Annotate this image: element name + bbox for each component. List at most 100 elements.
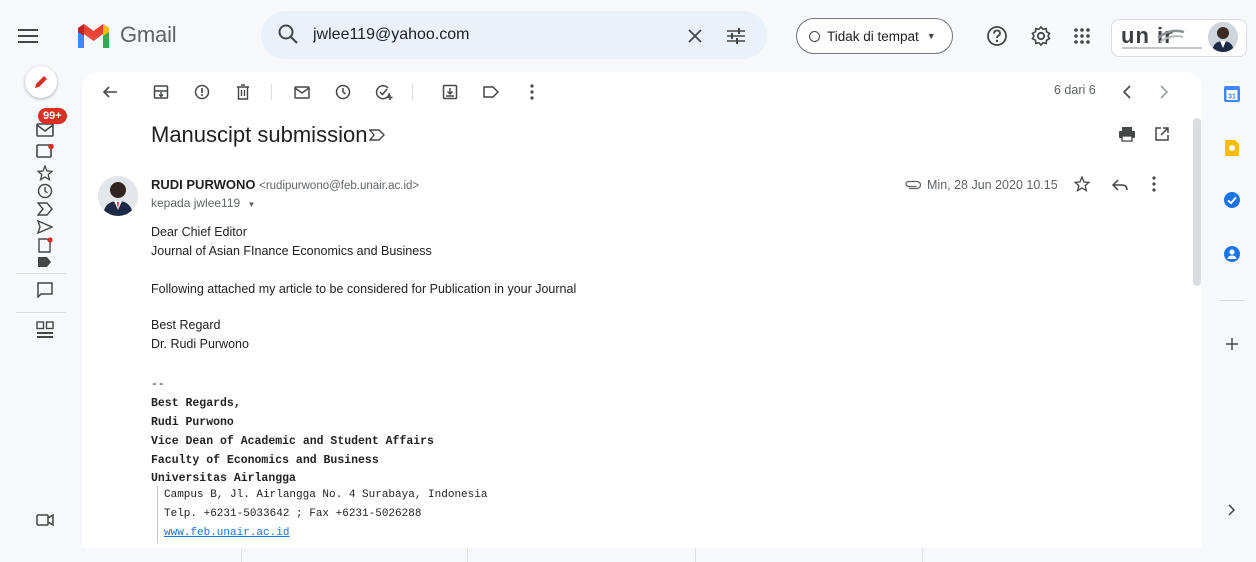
- person-photo-icon: [1208, 22, 1238, 52]
- labels-button[interactable]: [481, 82, 501, 102]
- archive-button[interactable]: [151, 82, 171, 102]
- gear-icon: [1031, 25, 1051, 47]
- message-more-button[interactable]: [1152, 176, 1156, 197]
- logo-swoosh-icon: [1157, 29, 1185, 43]
- app-name: Gmail: [120, 22, 177, 47]
- search-icon[interactable]: [277, 23, 299, 45]
- archive-icon: [153, 85, 169, 99]
- print-all-button[interactable]: [1118, 126, 1136, 147]
- meet-nav-item[interactable]: [35, 510, 55, 530]
- toolbar-divider: [412, 84, 413, 100]
- main-menu-button[interactable]: [10, 18, 46, 54]
- calendar-app-button[interactable]: 31: [1222, 84, 1242, 104]
- close-icon: [688, 29, 702, 43]
- account-avatar[interactable]: [1208, 22, 1238, 52]
- signature-phone: Telp. +6231-5033642 ; Fax +6231-5026288: [164, 508, 422, 520]
- google-apps-button[interactable]: [1070, 24, 1094, 48]
- snoozed-nav-item[interactable]: [35, 181, 55, 201]
- important-marker-icon: [37, 202, 53, 216]
- search-input[interactable]: [313, 23, 673, 47]
- more-vert-icon: [1152, 176, 1156, 192]
- mail-icon: [294, 85, 310, 99]
- reply-icon: [1111, 179, 1128, 191]
- keep-app-button[interactable]: [1222, 138, 1242, 158]
- open-new-window-button[interactable]: [1154, 126, 1170, 147]
- add-to-tasks-button[interactable]: [374, 82, 394, 102]
- older-button[interactable]: [1154, 82, 1174, 102]
- settings-button[interactable]: [1029, 24, 1053, 48]
- get-addons-button[interactable]: [1222, 334, 1242, 354]
- recipient-details-toggle[interactable]: kepada jwlee119 ▼: [151, 196, 255, 210]
- mark-unread-button[interactable]: [292, 82, 312, 102]
- tasks-check-icon: [1224, 192, 1240, 208]
- compose-button[interactable]: [25, 66, 57, 98]
- chat-nav-item[interactable]: [35, 142, 55, 162]
- sender-name[interactable]: RUDI PURWONO: [151, 177, 255, 192]
- scrollbar-thumb[interactable]: [1193, 118, 1201, 286]
- important-marker-icon[interactable]: [369, 129, 385, 141]
- body-line: Best Regard: [151, 318, 221, 332]
- mail-icon: [36, 123, 54, 137]
- keep-bulb-icon: [1225, 140, 1239, 156]
- recipient-label: kepada jwlee119: [151, 196, 241, 210]
- star-button[interactable]: [1073, 175, 1091, 197]
- draft-file-icon: [38, 237, 53, 253]
- status-label: Tidak di tempat: [827, 28, 919, 44]
- search-options-button[interactable]: [724, 24, 748, 48]
- snooze-button[interactable]: [333, 82, 353, 102]
- more-options-button[interactable]: [522, 82, 542, 102]
- sent-nav-item[interactable]: [35, 217, 55, 237]
- email-view-panel: 6 dari 6 Manuscipt submission RUDI PURWO…: [82, 72, 1202, 548]
- body-line: Dear Chief Editor: [151, 225, 247, 239]
- chat-icon: [37, 282, 53, 298]
- status-dropdown[interactable]: Tidak di tempat ▼: [796, 18, 953, 54]
- bottom-divider: [241, 548, 242, 562]
- person-photo-icon: [98, 176, 138, 216]
- pencil-icon: [35, 76, 47, 88]
- open-in-new-icon: [1155, 127, 1169, 141]
- starred-nav-item[interactable]: [35, 163, 55, 183]
- video-camera-icon: [36, 513, 54, 527]
- chat-bubble-icon: [36, 144, 54, 158]
- delete-button[interactable]: [233, 82, 253, 102]
- star-icon: [1073, 175, 1091, 192]
- sender-info: RUDI PURWONO <rudipurwono@feb.unair.ac.i…: [151, 177, 419, 192]
- star-icon: [37, 165, 53, 181]
- clear-search-button[interactable]: [683, 24, 707, 48]
- attachment-icon: [905, 180, 922, 190]
- help-button[interactable]: [985, 24, 1009, 48]
- tasks-app-button[interactable]: [1222, 190, 1242, 210]
- spaces-grid-icon: [36, 321, 54, 338]
- newer-button[interactable]: [1117, 82, 1137, 102]
- chevron-right-icon: [1160, 85, 1169, 99]
- left-nav-rail: 99+: [0, 66, 82, 562]
- help-icon: [987, 26, 1007, 46]
- show-side-panel-button[interactable]: [1222, 500, 1242, 520]
- back-button[interactable]: [100, 82, 120, 102]
- label-nav-item[interactable]: [35, 252, 55, 272]
- apps-grid-icon: [1074, 28, 1090, 44]
- tune-icon: [727, 28, 745, 44]
- important-nav-item[interactable]: [35, 199, 55, 219]
- reply-button[interactable]: [1111, 178, 1128, 196]
- clock-icon: [37, 183, 53, 199]
- contacts-app-button[interactable]: [1222, 244, 1242, 264]
- trash-icon: [237, 84, 249, 100]
- sender-avatar[interactable]: [98, 176, 138, 216]
- chat-spaces-nav-item[interactable]: [35, 280, 55, 300]
- bottom-strip: [0, 548, 1256, 562]
- gmail-logo[interactable]: Gmail: [76, 22, 177, 48]
- move-to-icon: [442, 84, 458, 100]
- move-to-button[interactable]: [440, 82, 460, 102]
- top-header: Gmail Tidak di tempat ▼: [0, 0, 1256, 72]
- chevron-right-icon: [1228, 504, 1236, 516]
- chevron-left-icon: [1122, 85, 1131, 99]
- bottom-divider: [695, 548, 696, 562]
- status-circle-icon: [809, 30, 820, 42]
- rail-divider: [16, 273, 66, 274]
- print-icon: [1119, 127, 1135, 142]
- more-vert-icon: [530, 84, 534, 100]
- signature-website-link[interactable]: www.feb.unair.ac.id: [164, 524, 487, 543]
- spaces-nav-item[interactable]: [35, 320, 55, 340]
- report-spam-button[interactable]: [192, 82, 212, 102]
